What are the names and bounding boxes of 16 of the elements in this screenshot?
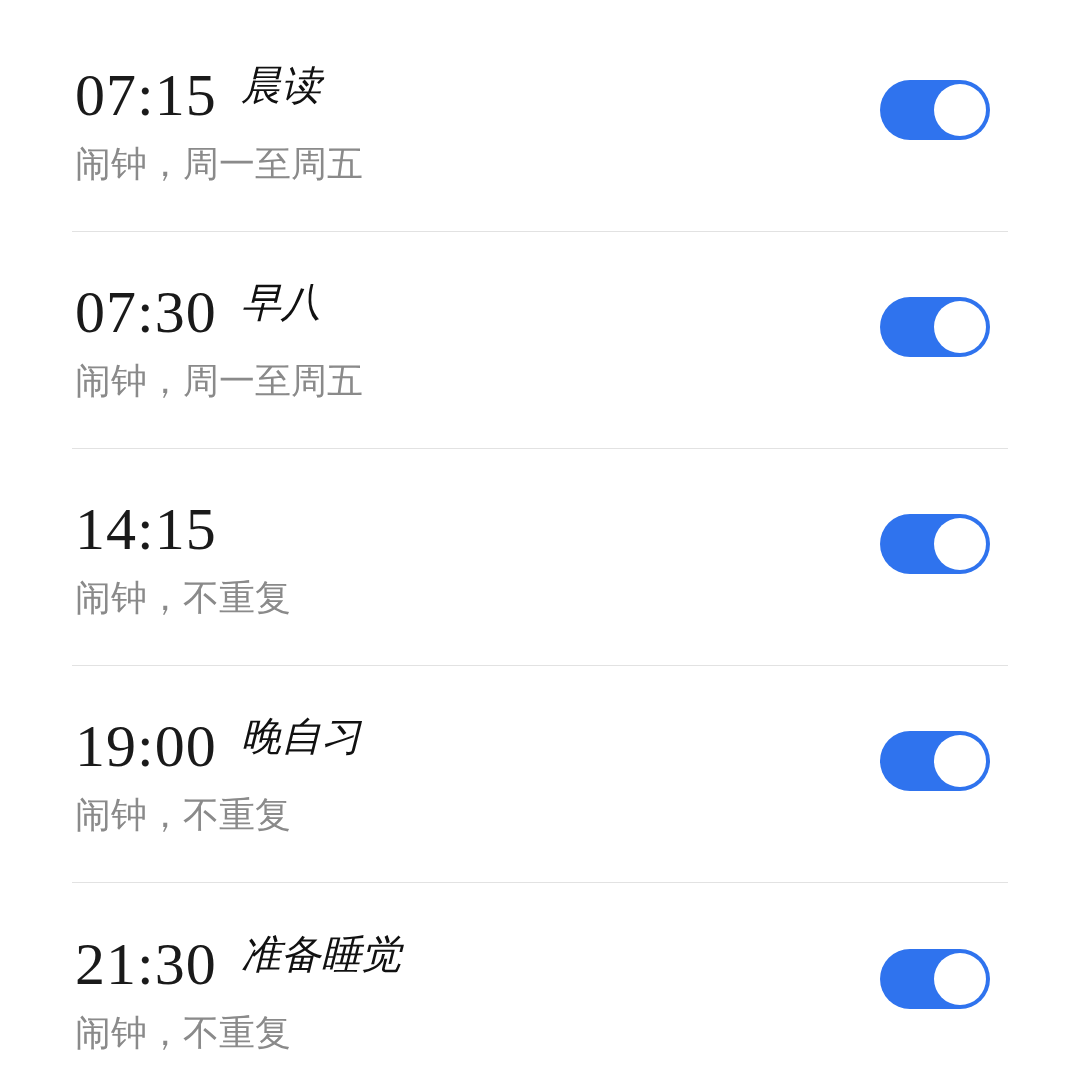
alarm-toggle[interactable] — [880, 297, 990, 357]
alarm-toggle[interactable] — [880, 731, 990, 791]
alarm-repeat: 闹钟，不重复 — [75, 576, 291, 620]
alarm-time: 19:00 — [75, 712, 217, 781]
alarm-time: 07:15 — [75, 61, 217, 130]
alarm-time: 07:30 — [75, 278, 217, 347]
alarm-repeat: 闹钟，周一至周五 — [75, 359, 363, 403]
alarm-repeat: 闹钟，不重复 — [75, 1010, 292, 1055]
alarm-label: 早八 — [240, 278, 321, 327]
alarm-time: 14:15 — [75, 495, 217, 564]
alarm-repeat: 闹钟，不重复 — [75, 793, 292, 837]
alarm-label: 晚自习 — [240, 712, 361, 761]
alarm-toggle[interactable] — [880, 514, 990, 574]
alarm-time: 21:30 — [75, 929, 217, 999]
alarm-repeat: 闹钟，周一至周五 — [75, 142, 363, 186]
alarm-toggle[interactable] — [880, 80, 990, 140]
